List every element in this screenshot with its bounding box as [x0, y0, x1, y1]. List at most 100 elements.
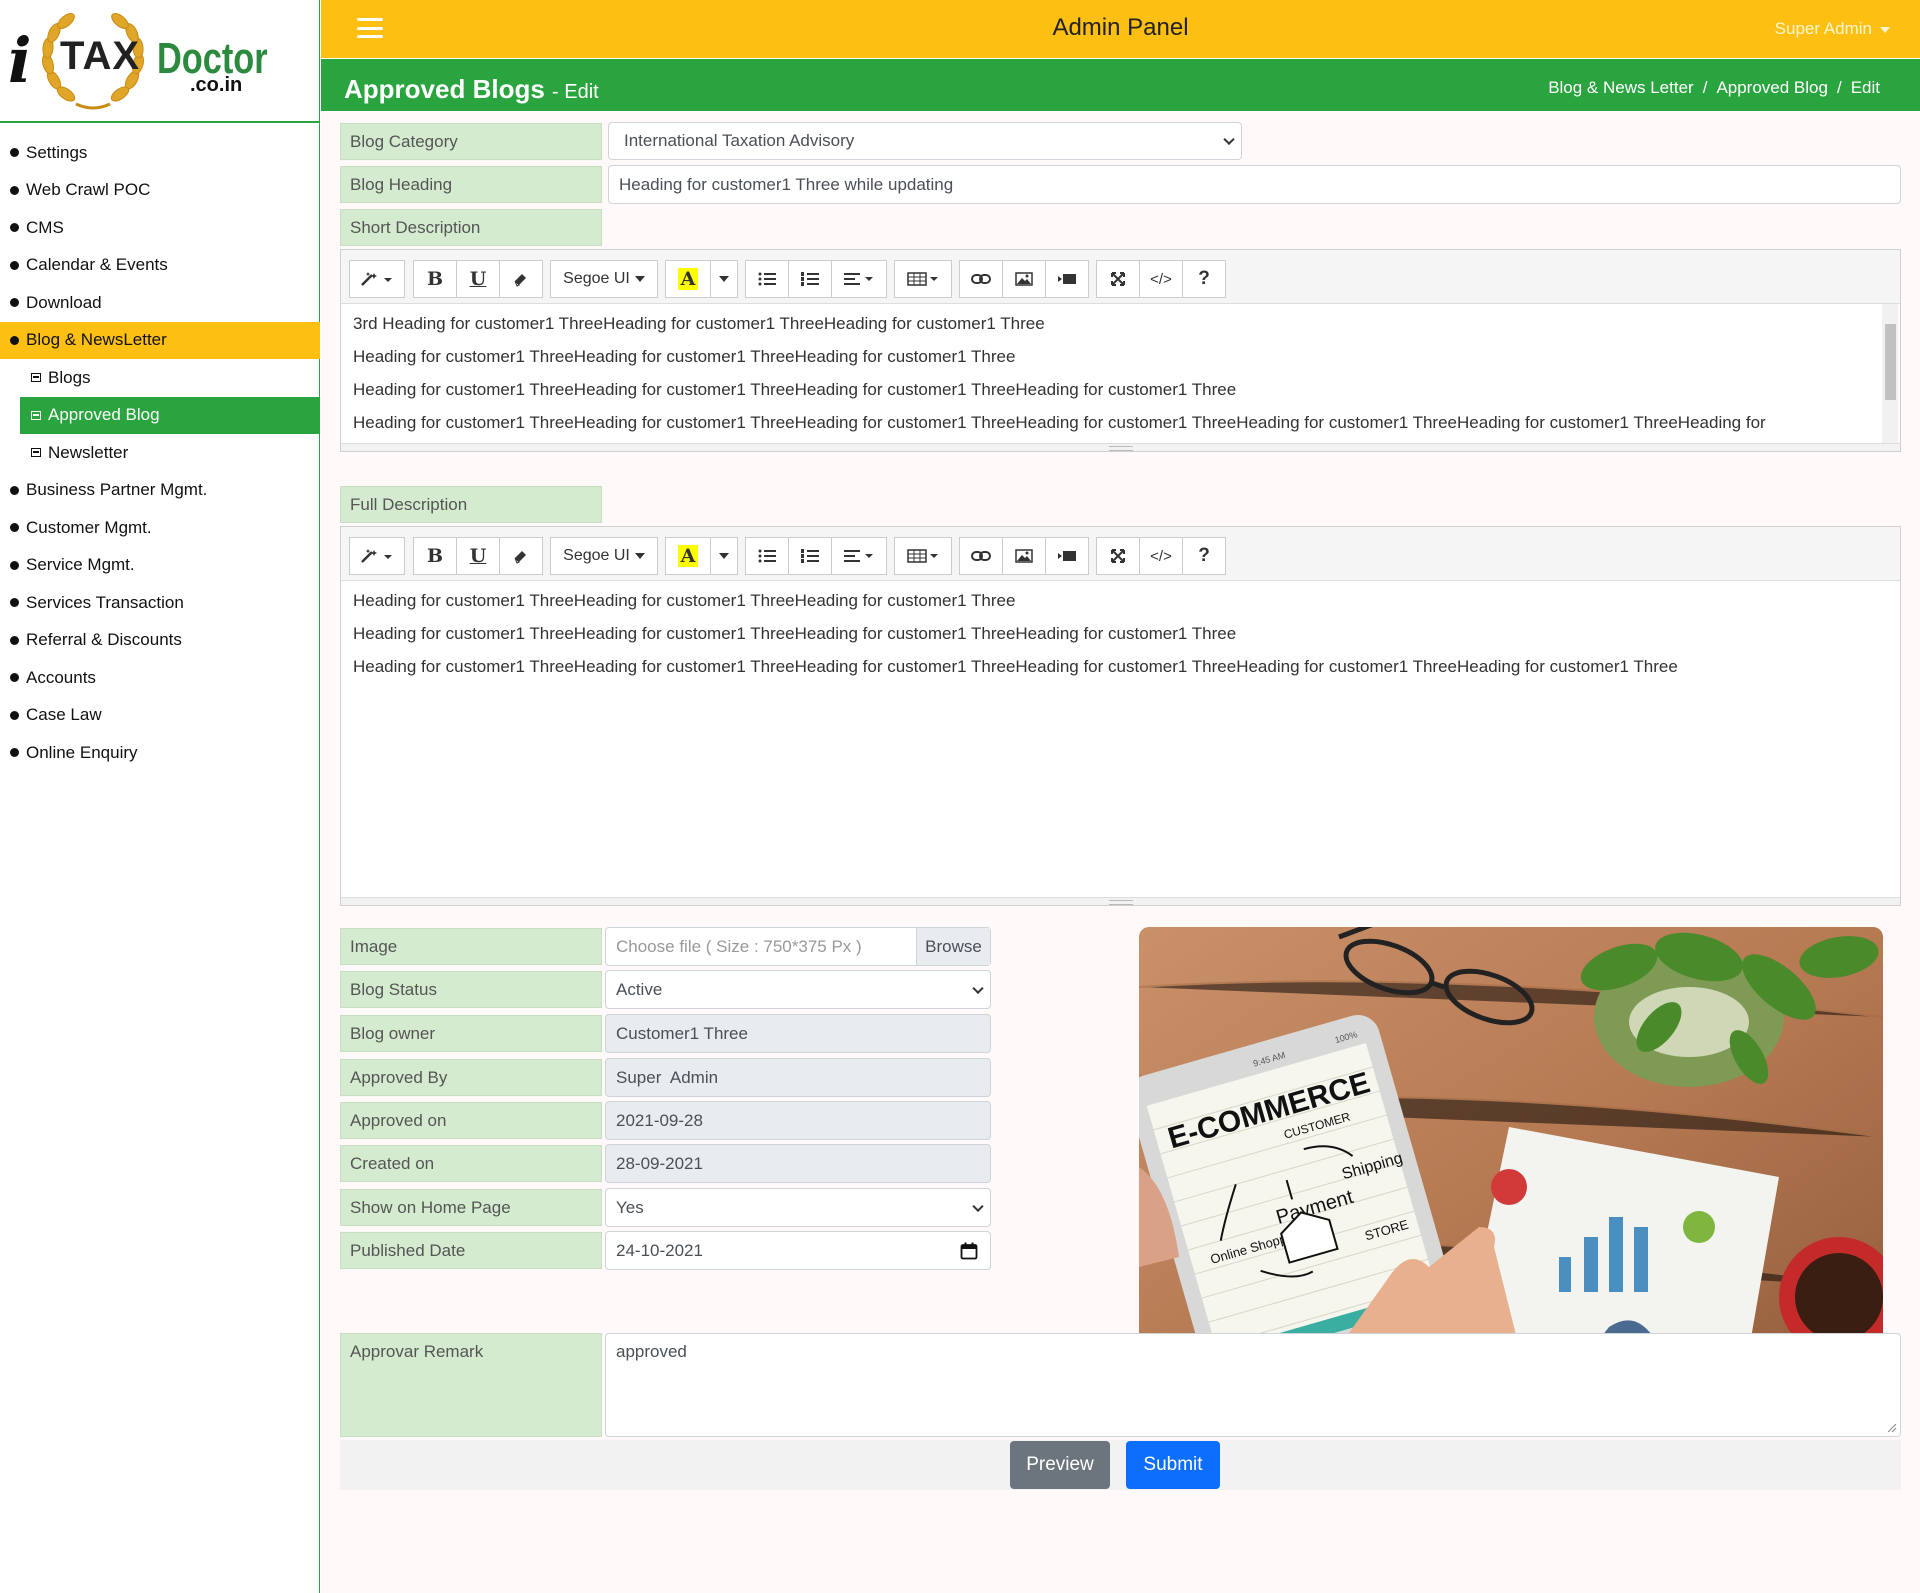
- highlight-color-button[interactable]: A: [665, 537, 711, 575]
- sidebar-subitem-label: Newsletter: [48, 442, 129, 462]
- sidebar-item-label: Case Law: [26, 705, 102, 725]
- breadcrumb-item[interactable]: Approved Blog: [1716, 78, 1828, 97]
- sidebar-item-business-partner[interactable]: Business Partner Mgmt.: [0, 472, 320, 510]
- unordered-list-icon[interactable]: [745, 260, 789, 298]
- approved-by-field: Super Admin: [605, 1058, 991, 1097]
- short-description-editor: B U Segoe UI A </> ? 3rd Heading for cus…: [340, 249, 1901, 452]
- user-name: Super Admin: [1774, 19, 1872, 38]
- short-description-label: Short Description: [340, 209, 602, 246]
- blog-heading-input[interactable]: Heading for customer1 Three while updati…: [608, 165, 1901, 204]
- sidebar-item-label: CMS: [26, 217, 64, 237]
- sidebar-item-services-transaction[interactable]: Services Transaction: [0, 584, 320, 622]
- resize-grip-icon[interactable]: [1887, 1423, 1897, 1433]
- help-button[interactable]: ?: [1182, 260, 1226, 298]
- logo[interactable]: i TAX Doctor .co.in: [0, 0, 320, 123]
- scrollbar-thumb[interactable]: [1885, 324, 1896, 400]
- highlight-color-button[interactable]: A: [665, 260, 711, 298]
- full-description-content[interactable]: Heading for customer1 ThreeHeading for c…: [341, 581, 1900, 897]
- image-icon[interactable]: [1002, 537, 1046, 575]
- sidebar-subitem-blogs[interactable]: Blogs: [20, 359, 320, 397]
- resize-handle[interactable]: [341, 443, 1900, 451]
- breadcrumb-item[interactable]: Blog & News Letter: [1548, 78, 1694, 97]
- help-button[interactable]: ?: [1182, 537, 1226, 575]
- resize-handle[interactable]: [341, 897, 1900, 905]
- underline-button[interactable]: U: [456, 537, 500, 575]
- preview-button[interactable]: Preview: [1010, 1441, 1110, 1489]
- bold-button[interactable]: B: [413, 537, 457, 575]
- approver-remark-textarea[interactable]: approved: [605, 1333, 1901, 1437]
- font-family-dropdown[interactable]: Segoe UI: [550, 537, 658, 575]
- bullet-icon: [10, 185, 19, 195]
- align-icon[interactable]: [831, 260, 887, 298]
- sidebar-item-settings[interactable]: Settings: [0, 134, 320, 172]
- underline-button[interactable]: U: [456, 260, 500, 298]
- magic-style-icon[interactable]: [349, 537, 405, 575]
- browse-button[interactable]: Browse: [916, 928, 990, 965]
- ordered-list-icon[interactable]: [788, 260, 832, 298]
- sidebar-item-accounts[interactable]: Accounts: [0, 659, 320, 697]
- image-file-input[interactable]: Choose file ( Size : 750*375 Px ) Browse: [605, 927, 991, 966]
- blog-owner-label: Blog owner: [340, 1015, 602, 1052]
- sidebar-item-referral-discounts[interactable]: Referral & Discounts: [0, 622, 320, 660]
- sidebar-item-cms[interactable]: CMS: [0, 209, 320, 247]
- chevron-down-icon: [719, 553, 729, 559]
- blog-status-select[interactable]: Active: [605, 970, 991, 1009]
- bold-button[interactable]: B: [413, 260, 457, 298]
- show-on-home-select[interactable]: Yes: [605, 1188, 991, 1227]
- bullet-icon: [10, 598, 19, 608]
- chevron-down-icon: [634, 276, 645, 282]
- sidebar-item-calendar-events[interactable]: Calendar & Events: [0, 247, 320, 285]
- video-icon[interactable]: [1045, 537, 1089, 575]
- code-view-button[interactable]: </>: [1139, 260, 1183, 298]
- video-icon[interactable]: [1045, 260, 1089, 298]
- approved-by-label: Approved By: [340, 1059, 602, 1096]
- submit-button[interactable]: Submit: [1126, 1441, 1220, 1489]
- chevron-down-icon: [972, 982, 984, 994]
- sidebar-subitem-approved-blog[interactable]: Approved Blog: [20, 396, 320, 434]
- color-dropdown[interactable]: [710, 537, 738, 575]
- page-subtitle: - Edit: [552, 81, 599, 103]
- blog-owner-field: Customer1 Three: [605, 1014, 991, 1053]
- ordered-list-icon[interactable]: [788, 537, 832, 575]
- sidebar-item-online-enquiry[interactable]: Online Enquiry: [0, 734, 320, 772]
- scrollbar[interactable]: [1882, 304, 1898, 451]
- unordered-list-icon[interactable]: [745, 537, 789, 575]
- code-view-button[interactable]: </>: [1139, 537, 1183, 575]
- blog-category-value: International Taxation Advisory: [624, 131, 855, 150]
- align-icon[interactable]: [831, 537, 887, 575]
- color-dropdown[interactable]: [710, 260, 738, 298]
- sidebar: i TAX Doctor .co.in Settings Web Crawl P…: [0, 0, 320, 1593]
- sidebar-subitem-newsletter[interactable]: Newsletter: [20, 434, 320, 472]
- font-family-dropdown[interactable]: Segoe UI: [550, 260, 658, 298]
- sidebar-item-customer-mgmt[interactable]: Customer Mgmt.: [0, 509, 320, 547]
- table-icon[interactable]: [894, 537, 952, 575]
- sidebar-nav: Settings Web Crawl POC CMS Calendar & Ev…: [0, 134, 320, 772]
- eraser-icon[interactable]: [499, 260, 543, 298]
- sidebar-item-service-mgmt[interactable]: Service Mgmt.: [0, 547, 320, 585]
- image-icon[interactable]: [1002, 260, 1046, 298]
- fullscreen-icon[interactable]: [1096, 260, 1140, 298]
- link-icon[interactable]: [959, 260, 1003, 298]
- fullscreen-icon[interactable]: [1096, 537, 1140, 575]
- blog-category-select[interactable]: International Taxation Advisory: [608, 122, 1242, 160]
- bullet-icon: [10, 748, 19, 758]
- magic-style-icon[interactable]: [349, 260, 405, 298]
- sidebar-subitem-label: Approved Blog: [48, 405, 160, 425]
- eraser-icon[interactable]: [499, 537, 543, 575]
- link-icon[interactable]: [959, 537, 1003, 575]
- published-date-value: 24-10-2021: [616, 1240, 703, 1260]
- published-date-input[interactable]: 24-10-2021: [605, 1231, 991, 1270]
- bullet-icon: [10, 710, 19, 720]
- table-icon[interactable]: [894, 260, 952, 298]
- calendar-icon[interactable]: [960, 1242, 978, 1260]
- breadcrumb-item-current: Edit: [1850, 78, 1880, 97]
- sidebar-item-blog-newsletter[interactable]: Blog & NewsLetter: [0, 321, 320, 359]
- blog-status-label: Blog Status: [340, 971, 602, 1008]
- sidebar-item-web-crawl-poc[interactable]: Web Crawl POC: [0, 172, 320, 210]
- short-description-content[interactable]: 3rd Heading for customer1 ThreeHeading f…: [341, 304, 1900, 451]
- image-file-placeholder: Choose file ( Size : 750*375 Px ): [616, 936, 862, 956]
- sidebar-item-case-law[interactable]: Case Law: [0, 697, 320, 735]
- user-menu[interactable]: Super Admin: [1775, 19, 1890, 39]
- sidebar-item-download[interactable]: Download: [0, 284, 320, 322]
- highlight-a-icon: A: [677, 545, 699, 567]
